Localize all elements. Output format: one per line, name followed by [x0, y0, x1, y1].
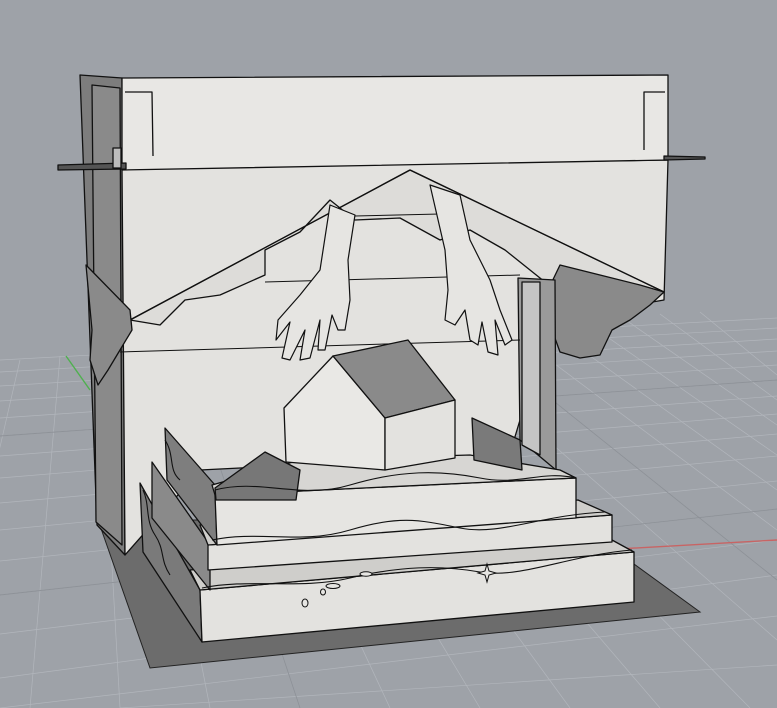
- left-rail-clip: [112, 147, 122, 169]
- droplet-2: [359, 571, 373, 577]
- top-lid: [121, 74, 669, 171]
- droplet-3: [301, 598, 309, 608]
- droplet-4: [320, 588, 326, 596]
- droplet-1: [325, 583, 341, 589]
- right-front-strip: [521, 281, 541, 456]
- 3d-viewport[interactable]: [0, 0, 777, 708]
- right-rail: [663, 155, 706, 161]
